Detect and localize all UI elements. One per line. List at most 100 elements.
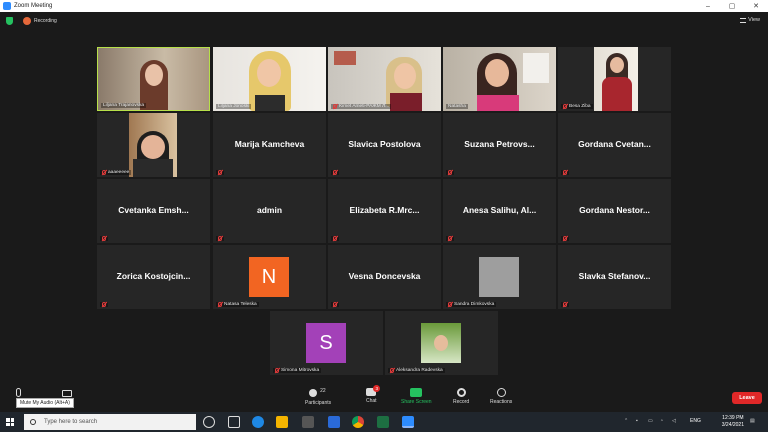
participant-tile[interactable]: admin xyxy=(213,179,326,243)
participant-tile[interactable]: S Simona Mitrovska xyxy=(270,311,383,375)
store-icon[interactable] xyxy=(302,416,314,428)
taskbar-search-box[interactable]: Type here to search xyxy=(24,414,196,430)
participant-tile[interactable]: Slavica Postolova xyxy=(328,113,441,177)
participant-name: Natasha xyxy=(448,104,466,109)
minimize-button[interactable]: – xyxy=(696,0,720,12)
muted-mic-icon xyxy=(563,236,567,241)
participant-tile[interactable]: Liljana Jonoski xyxy=(213,47,326,111)
participant-display-name: Zorica Kostojcin... xyxy=(116,271,191,281)
muted-mic-icon xyxy=(102,236,106,241)
share-screen-icon xyxy=(410,388,423,397)
participant-tile[interactable]: aaaeeeee xyxy=(97,113,210,177)
muted-mic-icon xyxy=(333,236,337,241)
grid-icon xyxy=(740,17,747,23)
participant-name: Simona Mitrovska xyxy=(281,368,320,373)
tray-app-icon[interactable]: ▪ xyxy=(636,418,638,424)
volume-icon[interactable]: ◁ xyxy=(672,418,676,424)
participant-tile[interactable]: Natasha xyxy=(443,47,556,111)
muted-mic-icon xyxy=(102,170,106,175)
file-explorer-icon[interactable] xyxy=(276,416,288,428)
muted-mic-icon xyxy=(448,170,452,175)
recording-icon xyxy=(23,17,31,25)
participant-tile[interactable]: Vesna Doncevska xyxy=(328,245,441,309)
participant-name: Liljana Trajanovska xyxy=(103,103,145,108)
participant-tile[interactable]: Liljana Trajanovska xyxy=(97,47,210,111)
participant-tile[interactable]: Aleksandra Radevska xyxy=(385,311,498,375)
participant-display-name: Marija Kamcheva xyxy=(234,139,305,149)
participant-display-name: Gordana Nestor... xyxy=(579,205,650,215)
participant-tile[interactable]: Kimet Ameti-РАЖМ Л... xyxy=(328,47,441,111)
participant-tile[interactable]: Slavka Stefanov... xyxy=(558,245,671,309)
participant-video xyxy=(97,113,210,177)
muted-mic-icon xyxy=(563,170,567,175)
participant-tile[interactable]: Zorica Kostojcin... xyxy=(97,245,210,309)
participant-tile[interactable]: Cvetanka Emsh... xyxy=(97,179,210,243)
muted-mic-icon xyxy=(563,104,567,109)
muted-mic-icon xyxy=(563,302,567,307)
close-button[interactable]: ✕ xyxy=(744,0,768,12)
mute-tooltip: Mute My Audio (Alt+A) xyxy=(16,398,74,408)
participant-tile[interactable]: Suzana Petrovs... xyxy=(443,113,556,177)
clock-time: 12:39 PM xyxy=(722,415,744,421)
participant-tile[interactable]: Gordana Nestor... xyxy=(558,179,671,243)
search-icon xyxy=(30,419,36,425)
muted-mic-icon xyxy=(333,302,337,307)
chrome-icon[interactable] xyxy=(352,416,364,428)
participant-video xyxy=(328,47,441,111)
participant-tile[interactable]: Besa Ziba xyxy=(558,47,671,111)
chat-badge: 3 xyxy=(373,385,381,392)
view-label: View xyxy=(748,17,760,23)
share-screen-button[interactable]: Share Screen xyxy=(401,388,432,405)
muted-mic-icon xyxy=(448,236,452,241)
network-icon[interactable]: ◔ xyxy=(660,418,663,424)
excel-icon[interactable] xyxy=(377,416,389,428)
participant-display-name: Gordana Cvetan... xyxy=(578,139,651,149)
muted-mic-icon xyxy=(218,236,222,241)
record-button[interactable]: Record xyxy=(453,388,469,405)
notifications-icon[interactable]: ▤ xyxy=(750,418,755,424)
participant-tile[interactable]: Sandra Dimkovska xyxy=(443,245,556,309)
view-button[interactable]: View xyxy=(740,17,760,23)
clock-date: 3/24/2021 xyxy=(721,422,744,428)
share-screen-label: Share Screen xyxy=(401,399,432,405)
edge-icon[interactable] xyxy=(252,416,264,428)
tray-chevron-icon[interactable]: ⌃ xyxy=(624,418,628,424)
participant-tile[interactable]: Elizabeta R.Mrc... xyxy=(328,179,441,243)
language-indicator[interactable]: ENG xyxy=(690,418,701,424)
task-view-icon[interactable] xyxy=(228,416,240,428)
mail-icon[interactable] xyxy=(328,416,340,428)
search-placeholder: Type here to search xyxy=(44,419,98,425)
camera-icon xyxy=(62,390,72,397)
participant-video xyxy=(98,48,209,110)
security-shield-icon[interactable] xyxy=(6,17,13,25)
battery-icon[interactable]: ▭ xyxy=(648,418,653,424)
cortana-icon[interactable] xyxy=(203,416,215,428)
chat-button[interactable]: 3 Chat xyxy=(366,385,381,404)
window-title: Zoom Meeting xyxy=(14,3,53,9)
muted-mic-icon xyxy=(218,170,222,175)
muted-mic-icon xyxy=(102,302,106,307)
muted-mic-icon xyxy=(275,368,279,373)
maximize-button[interactable]: ▢ xyxy=(720,0,744,12)
participants-button[interactable]: 22 Participants xyxy=(305,388,331,406)
meeting-toolbar: 22 Participants 3 Chat Share Screen Reco… xyxy=(0,384,768,412)
participant-tile[interactable]: N Natasa Teleska xyxy=(213,245,326,309)
participant-display-name: Vesna Doncevska xyxy=(348,271,421,281)
participant-tile[interactable]: Marija Kamcheva xyxy=(213,113,326,177)
windows-start-icon[interactable] xyxy=(6,418,14,426)
clock[interactable]: 12:39 PM 3/24/2021 xyxy=(722,415,744,429)
record-icon xyxy=(456,388,466,397)
reactions-button[interactable]: Reactions xyxy=(490,388,512,405)
participant-name: Sandra Dimkovska xyxy=(454,302,495,307)
leave-button[interactable]: Leave xyxy=(732,392,762,404)
meeting-topbar: Recording View xyxy=(0,12,768,30)
participant-name: Aleksandra Radevska xyxy=(396,368,443,373)
zoom-taskbar-icon[interactable] xyxy=(402,416,414,428)
chat-label: Chat xyxy=(366,398,377,404)
participant-tile[interactable]: Anesa Salihu, Al... xyxy=(443,179,556,243)
participant-display-name: admin xyxy=(256,205,283,215)
participant-display-name: Cvetanka Emsh... xyxy=(118,205,189,215)
muted-mic-icon xyxy=(218,302,222,307)
participant-tile[interactable]: Gordana Cvetan... xyxy=(558,113,671,177)
reactions-label: Reactions xyxy=(490,399,513,405)
